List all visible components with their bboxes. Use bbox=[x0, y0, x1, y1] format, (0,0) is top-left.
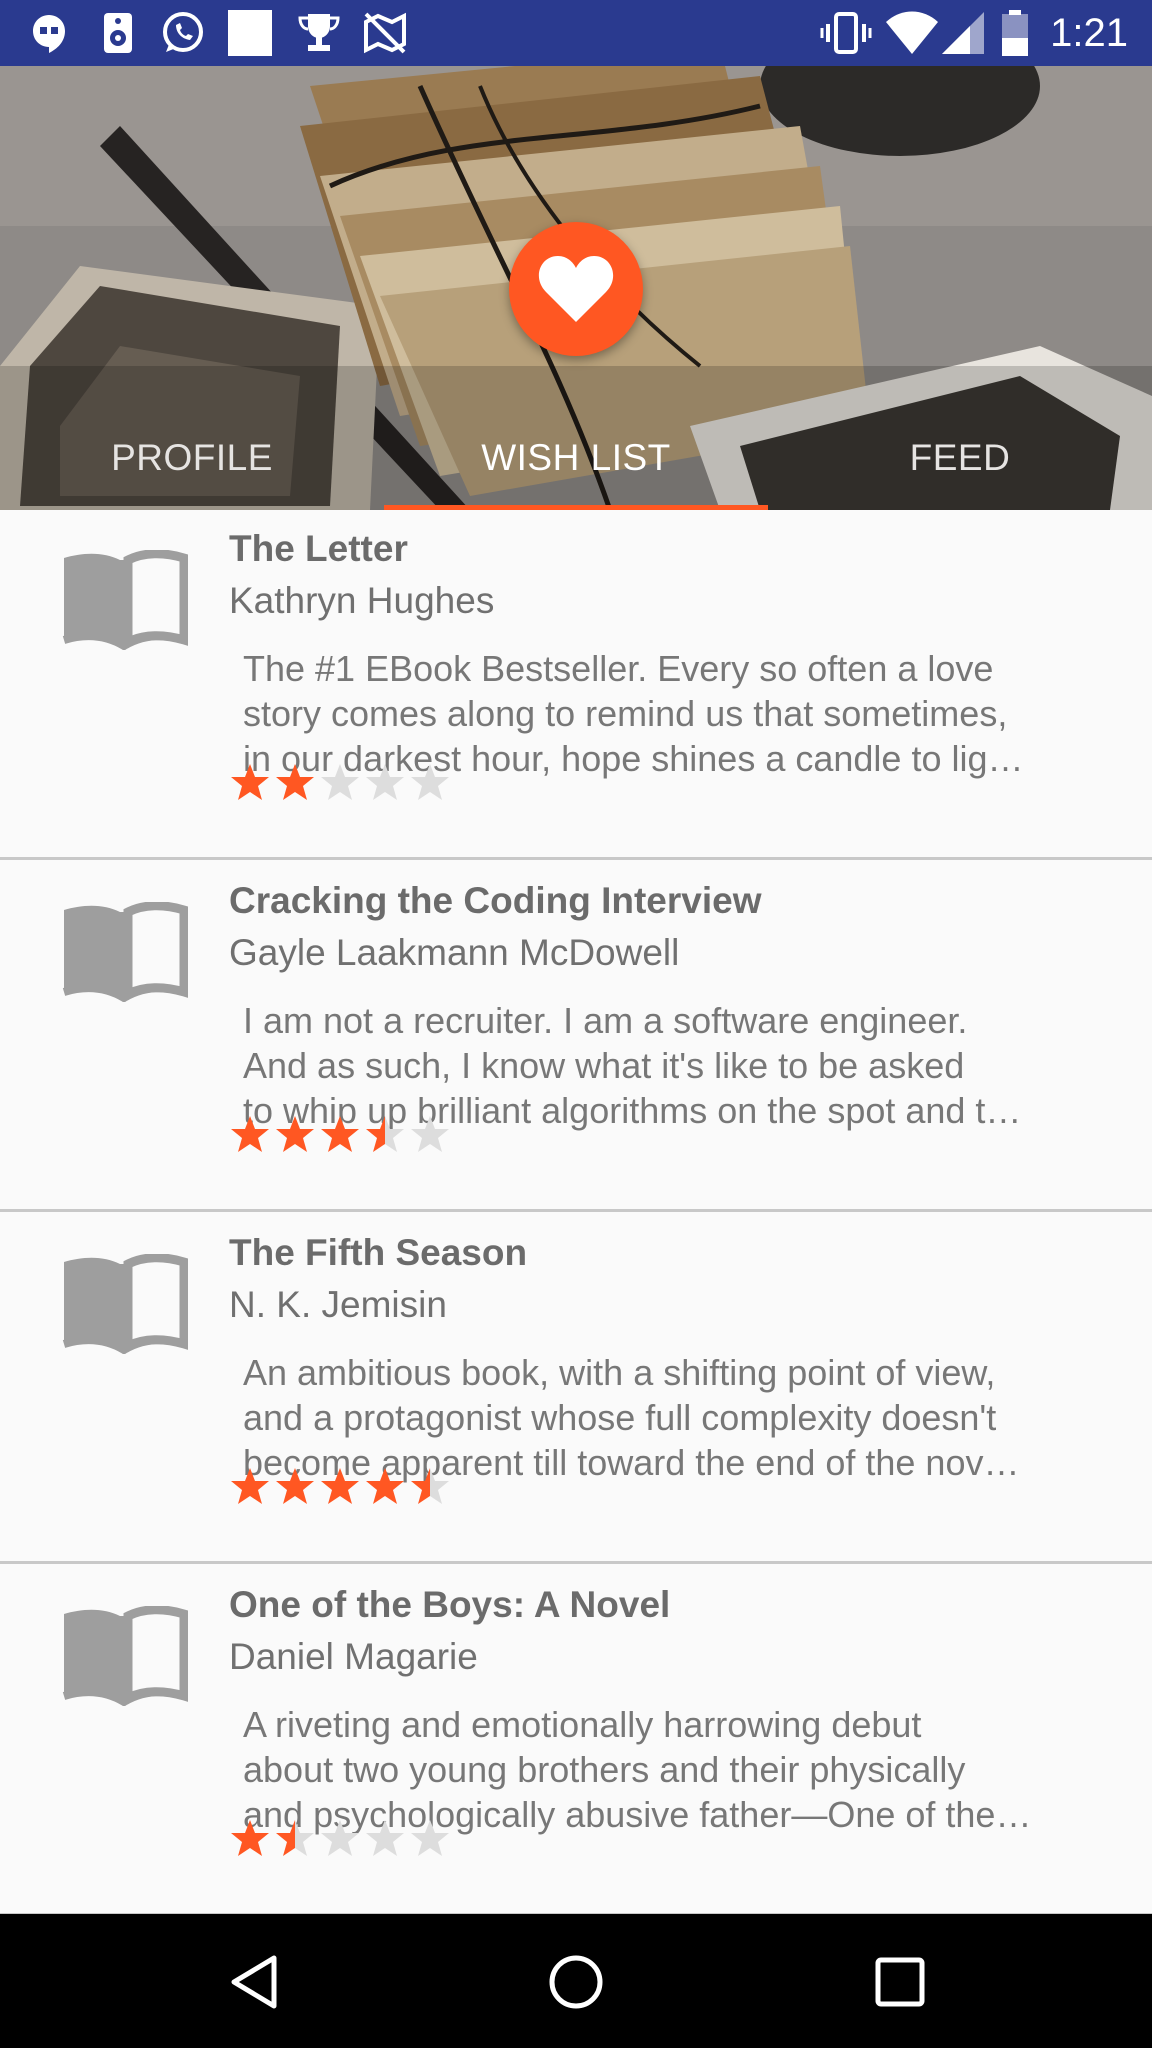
star-empty-icon bbox=[321, 764, 359, 800]
star-empty-icon bbox=[411, 764, 449, 800]
book-author: N. K. Jemisin bbox=[229, 1284, 447, 1325]
description-line: about two young brothers and their physi… bbox=[243, 1749, 966, 1790]
vibrate-icon bbox=[820, 12, 872, 54]
star-filled-icon bbox=[321, 1468, 359, 1504]
hangouts-icon bbox=[33, 15, 65, 53]
speaker-icon bbox=[104, 13, 132, 53]
star-filled-icon bbox=[231, 1116, 269, 1152]
book-author: Kathryn Hughes bbox=[229, 580, 495, 621]
back-icon[interactable] bbox=[224, 1952, 284, 2012]
description-line: An ambitious book, with a shifting point… bbox=[243, 1352, 996, 1393]
star-filled-icon bbox=[231, 1468, 269, 1504]
book-title: One of the Boys: A Novel bbox=[229, 1584, 671, 1625]
whatsapp-icon bbox=[163, 12, 203, 52]
book-author: Gayle Laakmann McDowell bbox=[229, 932, 680, 973]
signal-icon bbox=[942, 12, 984, 54]
tab-feed[interactable]: FEED bbox=[768, 418, 1152, 510]
star-half-icon bbox=[411, 1468, 449, 1504]
star-empty-icon bbox=[411, 1820, 449, 1856]
tab-wish-list[interactable]: WISH LIST bbox=[384, 418, 768, 510]
star-filled-icon bbox=[231, 764, 269, 800]
favorite-fab-button[interactable] bbox=[509, 222, 643, 356]
status-bar: 1:21 bbox=[0, 0, 1152, 66]
book-icon bbox=[62, 1254, 188, 1354]
system-navigation-bar bbox=[0, 1914, 1152, 2048]
star-empty-icon bbox=[366, 1820, 404, 1856]
book-description: The #1 EBook Bestseller. Every so often … bbox=[243, 646, 1093, 781]
star-half-icon bbox=[276, 1820, 314, 1856]
book-title: The Letter bbox=[229, 528, 408, 569]
clock: 1:21 bbox=[1050, 11, 1128, 55]
description-line: The #1 EBook Bestseller. Every so often … bbox=[243, 648, 994, 689]
star-filled-icon bbox=[366, 1468, 404, 1504]
description-line: And as such, I know what it's like to be… bbox=[243, 1045, 965, 1086]
list-item[interactable]: The Letter Kathryn Hughes The #1 EBook Bes… bbox=[0, 510, 1152, 860]
star-empty-icon bbox=[321, 1820, 359, 1856]
description-line: story comes along to remind us that some… bbox=[243, 693, 1008, 734]
description-line: and a protagonist whose full complexity … bbox=[243, 1397, 997, 1438]
wifi-icon bbox=[886, 11, 938, 54]
star-empty-icon bbox=[411, 1116, 449, 1152]
star-filled-icon bbox=[276, 764, 314, 800]
list-item[interactable]: The Fifth Season N. K. Jemisin An ambitio… bbox=[0, 1214, 1152, 1564]
battery-icon bbox=[1002, 10, 1028, 56]
star-empty-icon bbox=[366, 764, 404, 800]
recents-icon[interactable] bbox=[870, 1952, 930, 2012]
book-description: A riveting and emotionally harrowing deb… bbox=[243, 1702, 1093, 1837]
book-title: Cracking the Coding Interview bbox=[229, 880, 762, 921]
description-line: I am not a recruiter. I am a software en… bbox=[243, 1000, 968, 1041]
book-title: The Fifth Season bbox=[229, 1232, 528, 1273]
map-off-icon bbox=[364, 12, 406, 54]
home-icon[interactable] bbox=[546, 1952, 606, 2012]
star-filled-icon bbox=[276, 1468, 314, 1504]
book-description: I am not a recruiter. I am a software en… bbox=[243, 998, 1093, 1133]
list-item[interactable]: Cracking the Coding Interview Gayle Laakm… bbox=[0, 862, 1152, 1212]
profile-header: PROFILE WISH LIST FEED bbox=[0, 66, 1152, 510]
tab-profile[interactable]: PROFILE bbox=[0, 418, 384, 510]
star-filled-icon bbox=[321, 1116, 359, 1152]
book-icon bbox=[62, 550, 188, 650]
list-item[interactable]: One of the Boys: A Novel Daniel Magarie A … bbox=[0, 1566, 1152, 1916]
description-line: A riveting and emotionally harrowing deb… bbox=[243, 1704, 922, 1745]
star-filled-icon bbox=[276, 1116, 314, 1152]
book-description: An ambitious book, with a shifting point… bbox=[243, 1350, 1093, 1485]
book-icon bbox=[62, 1606, 188, 1706]
book-icon bbox=[62, 902, 188, 1002]
book-author: Daniel Magarie bbox=[229, 1636, 478, 1677]
star-filled-icon bbox=[231, 1820, 269, 1856]
trophy-icon bbox=[298, 14, 340, 51]
heart-icon bbox=[538, 256, 614, 322]
blank-square-icon bbox=[228, 10, 272, 56]
star-half-icon bbox=[366, 1116, 404, 1152]
